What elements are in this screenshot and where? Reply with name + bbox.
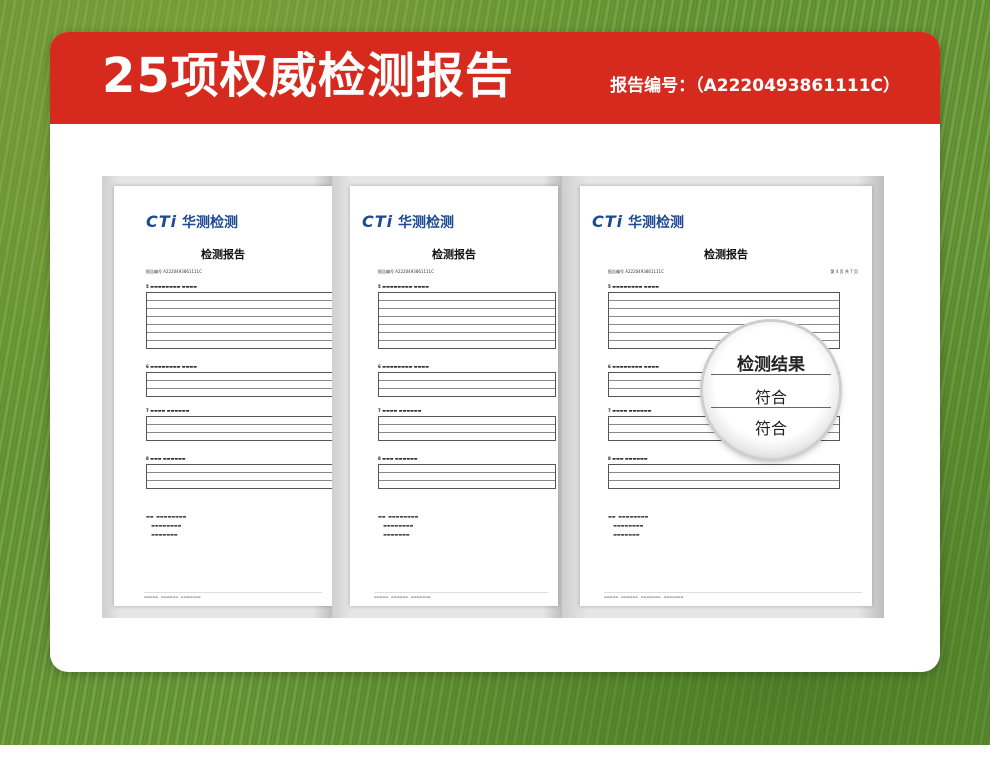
result-table	[378, 416, 556, 441]
report-document: CTi 华测检测 检测报告 报告编号 A2220493861111C 5 ▬▬▬…	[114, 186, 332, 606]
document-title: 检测报告	[432, 248, 476, 261]
result-table	[378, 292, 556, 349]
result-table	[146, 292, 332, 349]
document-report-number: 报告编号 A2220493861111C	[146, 269, 202, 274]
result-table	[146, 416, 332, 441]
document-report-number: 报告编号 A2220493861111C	[378, 269, 434, 274]
document-notes: ▬▬ ▬▬▬▬▬▬▬▬ ▬▬▬▬▬▬▬▬ ▬▬▬▬▬▬▬	[378, 514, 419, 537]
magnifier-result-1: 符合	[754, 388, 787, 407]
document-footer: ▬▬▬▬▬ ▬▬▬▬▬▬ ▬▬▬▬▬▬▬ ▬▬▬▬▬▬▬	[604, 592, 862, 599]
document-frame: CTi 华测检测 检测报告 报告编号 A2220493861111C 5 ▬▬▬…	[332, 176, 562, 618]
report-document: CTi 华测检测 检测报告 报告编号 A2220493861111C 5 ▬▬▬…	[350, 186, 558, 606]
document-notes: ▬▬ ▬▬▬▬▬▬▬▬ ▬▬▬▬▬▬▬▬ ▬▬▬▬▬▬▬	[608, 514, 649, 537]
section-heading: 6 ▬▬▬▬▬▬▬▬ ▬▬▬▬	[378, 364, 429, 369]
section-heading: 8 ▬▬▬ ▬▬▬▬▬▬	[146, 456, 186, 461]
result-table	[378, 464, 556, 489]
result-table	[608, 464, 840, 489]
cti-logo: CTi 华测检测	[362, 212, 455, 231]
document-title: 检测报告	[704, 248, 748, 261]
document-footer: ▬▬▬▬▬ ▬▬▬▬▬▬ ▬▬▬▬▬▬▬	[144, 592, 322, 599]
magnifier-heading: 检测结果	[737, 355, 805, 375]
section-heading: 5 ▬▬▬▬▬▬▬▬ ▬▬▬▬	[146, 284, 197, 289]
bottom-strip	[0, 745, 990, 770]
section-heading: 7 ▬▬▬▬ ▬▬▬▬▬▬	[378, 408, 422, 413]
magnifier-divider	[711, 374, 831, 375]
document-page-number: 第 4 页 共 7 页	[830, 269, 858, 274]
page-title: 25项权威检测报告	[102, 48, 514, 104]
section-heading: 5 ▬▬▬▬▬▬▬▬ ▬▬▬▬	[378, 284, 429, 289]
section-heading: 5 ▬▬▬▬▬▬▬▬ ▬▬▬▬	[608, 284, 659, 289]
result-table	[146, 464, 332, 489]
section-heading: 8 ▬▬▬ ▬▬▬▬▬▬	[378, 456, 418, 461]
section-heading: 7 ▬▬▬▬ ▬▬▬▬▬▬	[608, 408, 652, 413]
cti-logo: CTi 华测检测	[592, 212, 685, 231]
document-footer: ▬▬▬▬▬ ▬▬▬▬▬▬ ▬▬▬▬▬▬▬	[374, 592, 548, 599]
magnifier-lens: 检测结果 符合 符合	[703, 322, 839, 458]
document-report-number: 报告编号 A2220493861111C	[608, 269, 664, 274]
section-heading: 6 ▬▬▬▬▬▬▬▬ ▬▬▬▬	[608, 364, 659, 369]
result-table	[378, 372, 556, 397]
section-heading: 8 ▬▬▬ ▬▬▬▬▬▬	[608, 456, 648, 461]
report-card: 25项权威检测报告 报告编号：（A2220493861111C） CTi 华测检…	[50, 32, 940, 672]
magnifier-divider	[711, 407, 831, 408]
cti-logo: CTi 华测检测	[146, 212, 239, 231]
document-frame: CTi 华测检测 检测报告 报告编号 A2220493861111C 5 ▬▬▬…	[102, 176, 332, 618]
result-table	[146, 372, 332, 397]
section-heading: 6 ▬▬▬▬▬▬▬▬ ▬▬▬▬	[146, 364, 197, 369]
card-header: 25项权威检测报告 报告编号：（A2220493861111C）	[50, 32, 940, 124]
report-number: 报告编号：（A2220493861111C）	[610, 76, 900, 96]
magnifier-result-2: 符合	[754, 419, 787, 438]
document-title: 检测报告	[201, 248, 245, 261]
section-heading: 7 ▬▬▬▬ ▬▬▬▬▬▬	[146, 408, 190, 413]
document-notes: ▬▬ ▬▬▬▬▬▬▬▬ ▬▬▬▬▬▬▬▬ ▬▬▬▬▬▬▬	[146, 514, 187, 537]
